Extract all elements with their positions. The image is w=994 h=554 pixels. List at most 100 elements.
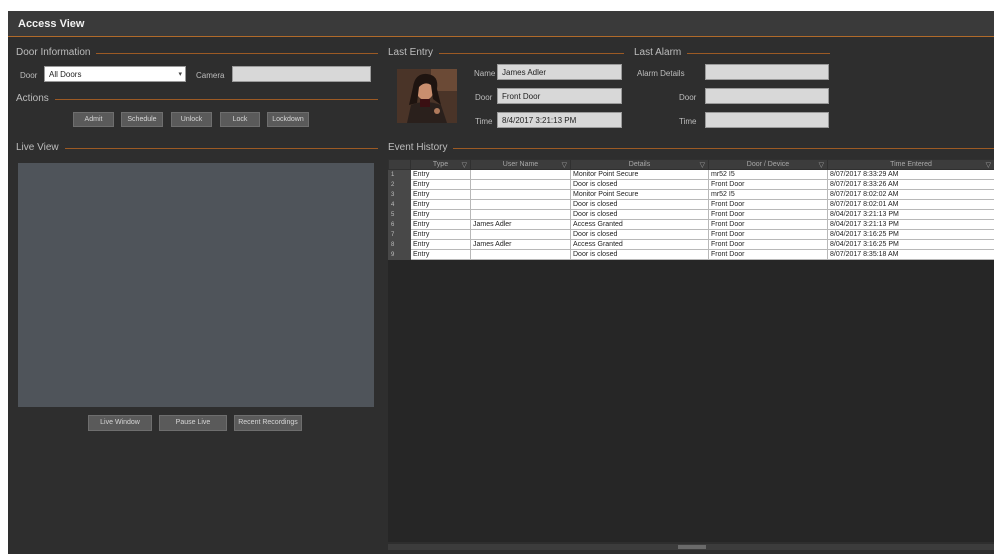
live-view-header: Live View xyxy=(16,142,378,154)
lock-button[interactable]: Lock xyxy=(220,112,260,127)
alarm-time-label: Time xyxy=(679,117,697,126)
scrollbar-thumb[interactable] xyxy=(678,545,706,549)
last-entry-label: Last Entry xyxy=(388,47,440,58)
actions-label: Actions xyxy=(16,93,55,104)
table-header-row: Type ▽ User Name ▽ Details ▽ Door / Device ▽… xyxy=(388,159,994,170)
cell-door-device: Front Door xyxy=(708,239,828,250)
cell-time-entered: 8/07/2017 8:02:02 AM xyxy=(827,189,994,200)
column-header-door-device[interactable]: Door / Device ▽ xyxy=(708,159,828,170)
cell-door-device: mr52 I5 xyxy=(708,189,828,200)
cell-time-entered: 8/07/2017 8:33:29 AM xyxy=(827,169,994,180)
last-entry-time-field: 8/4/2017 3:21:13 PM xyxy=(497,112,622,128)
event-history-table: Type ▽ User Name ▽ Details ▽ Door / Device ▽… xyxy=(388,159,994,260)
filter-icon[interactable]: ▽ xyxy=(562,161,567,169)
column-header-label: Details xyxy=(628,161,651,168)
user-photo xyxy=(397,69,457,123)
cell-type: Entry xyxy=(410,169,471,180)
row-number: 3 xyxy=(388,189,411,200)
table-row[interactable]: 2 Entry Door is closed Front Door 8/07/2017 … xyxy=(388,179,994,190)
event-history-label: Event History xyxy=(388,142,454,153)
door-select-value: All Doors xyxy=(49,70,82,79)
cell-user-name xyxy=(470,179,571,190)
row-number: 9 xyxy=(388,249,411,260)
alarm-door-field xyxy=(705,88,829,104)
cell-user-name xyxy=(470,189,571,200)
door-information-header: Door Information xyxy=(16,47,378,59)
cell-details: Monitor Point Secure xyxy=(570,189,709,200)
filter-icon[interactable]: ▽ xyxy=(819,161,824,169)
column-header-label: Time Entered xyxy=(890,161,932,168)
table-row[interactable]: 6 Entry James Adler Access Granted Front Doo… xyxy=(388,219,994,230)
row-number: 7 xyxy=(388,229,411,240)
row-number: 5 xyxy=(388,209,411,220)
cell-door-device: Front Door xyxy=(708,249,828,260)
last-entry-name-label: Name xyxy=(474,69,496,78)
last-entry-door-label: Door xyxy=(475,93,493,102)
section-divider xyxy=(16,148,378,149)
column-header-details[interactable]: Details ▽ xyxy=(570,159,709,170)
alarm-time-field xyxy=(705,112,829,128)
cell-type: Entry xyxy=(410,249,471,260)
filter-icon[interactable]: ▽ xyxy=(462,161,467,169)
column-header-user-name[interactable]: User Name ▽ xyxy=(470,159,571,170)
schedule-button[interactable]: Schedule xyxy=(121,112,163,127)
section-divider xyxy=(16,99,378,100)
door-select[interactable]: All Doors ▾ xyxy=(44,66,186,82)
last-entry-name-field: James Adler xyxy=(497,64,622,80)
filter-icon[interactable]: ▽ xyxy=(986,161,991,169)
cell-details: Door is closed xyxy=(570,179,709,190)
row-number: 8 xyxy=(388,239,411,250)
cell-details: Door is closed xyxy=(570,249,709,260)
unlock-button[interactable]: Unlock xyxy=(171,112,212,127)
event-history-grid[interactable]: Type ▽ User Name ▽ Details ▽ Door / Device ▽… xyxy=(388,159,994,542)
column-header-label: User Name xyxy=(502,161,539,168)
cell-door-device: Front Door xyxy=(708,209,828,220)
live-window-button[interactable]: Live Window xyxy=(88,415,152,431)
column-header-label: Type xyxy=(432,161,449,168)
last-entry-door-field: Front Door xyxy=(497,88,622,104)
cell-door-device: Front Door xyxy=(708,179,828,190)
section-divider xyxy=(388,148,994,149)
table-row[interactable]: 9 Entry Door is closed Front Door 8/07/2017 … xyxy=(388,249,994,260)
row-number: 2 xyxy=(388,179,411,190)
cell-time-entered: 8/07/2017 8:33:26 AM xyxy=(827,179,994,190)
cell-time-entered: 8/07/2017 8:35:18 AM xyxy=(827,249,994,260)
table-row[interactable]: 5 Entry Door is closed Front Door 8/04/2017 … xyxy=(388,209,994,220)
live-view-canvas[interactable] xyxy=(18,163,374,407)
cell-details: Door is closed xyxy=(570,209,709,220)
cell-details: Monitor Point Secure xyxy=(570,169,709,180)
last-entry-time-label: Time xyxy=(475,117,493,126)
live-view-label: Live View xyxy=(16,142,65,153)
cell-time-entered: 8/04/2017 3:21:13 PM xyxy=(827,219,994,230)
admit-button[interactable]: Admit xyxy=(73,112,114,127)
chevron-down-icon[interactable]: ▾ xyxy=(178,70,182,78)
cell-user-name xyxy=(470,209,571,220)
cell-door-device: Front Door xyxy=(708,219,828,230)
table-row[interactable]: 8 Entry James Adler Access Granted Front Doo… xyxy=(388,239,994,250)
table-row[interactable]: 3 Entry Monitor Point Secure mr52 I5 8/07/20… xyxy=(388,189,994,200)
window-title: Access View xyxy=(18,18,85,30)
cell-type: Entry xyxy=(410,219,471,230)
cell-time-entered: 8/07/2017 8:02:01 AM xyxy=(827,199,994,210)
recent-recordings-button[interactable]: Recent Recordings xyxy=(234,415,302,431)
lockdown-button[interactable]: Lockdown xyxy=(267,112,309,127)
table-row[interactable]: 7 Entry Door is closed Front Door 8/04/2017 … xyxy=(388,229,994,240)
filter-icon[interactable]: ▽ xyxy=(700,161,705,169)
horizontal-scrollbar[interactable] xyxy=(388,544,994,550)
alarm-details-label: Alarm Details xyxy=(637,69,685,78)
cell-type: Entry xyxy=(410,209,471,220)
pause-live-button[interactable]: Pause Live xyxy=(159,415,227,431)
camera-field[interactable] xyxy=(232,66,371,82)
cell-time-entered: 8/04/2017 3:21:13 PM xyxy=(827,209,994,220)
table-row[interactable]: 4 Entry Door is closed Front Door 8/07/2017 … xyxy=(388,199,994,210)
table-row[interactable]: 1 Entry Monitor Point Secure mr52 I5 8/07/20… xyxy=(388,169,994,180)
column-header-type[interactable]: Type ▽ xyxy=(410,159,471,170)
column-header-time-entered[interactable]: Time Entered ▽ xyxy=(827,159,994,170)
camera-label: Camera xyxy=(196,71,225,80)
alarm-details-field xyxy=(705,64,829,80)
last-entry-header: Last Entry xyxy=(388,47,624,59)
cell-type: Entry xyxy=(410,239,471,250)
cell-user-name xyxy=(470,249,571,260)
cell-time-entered: 8/04/2017 3:16:25 PM xyxy=(827,229,994,240)
event-history-header: Event History xyxy=(388,142,994,154)
